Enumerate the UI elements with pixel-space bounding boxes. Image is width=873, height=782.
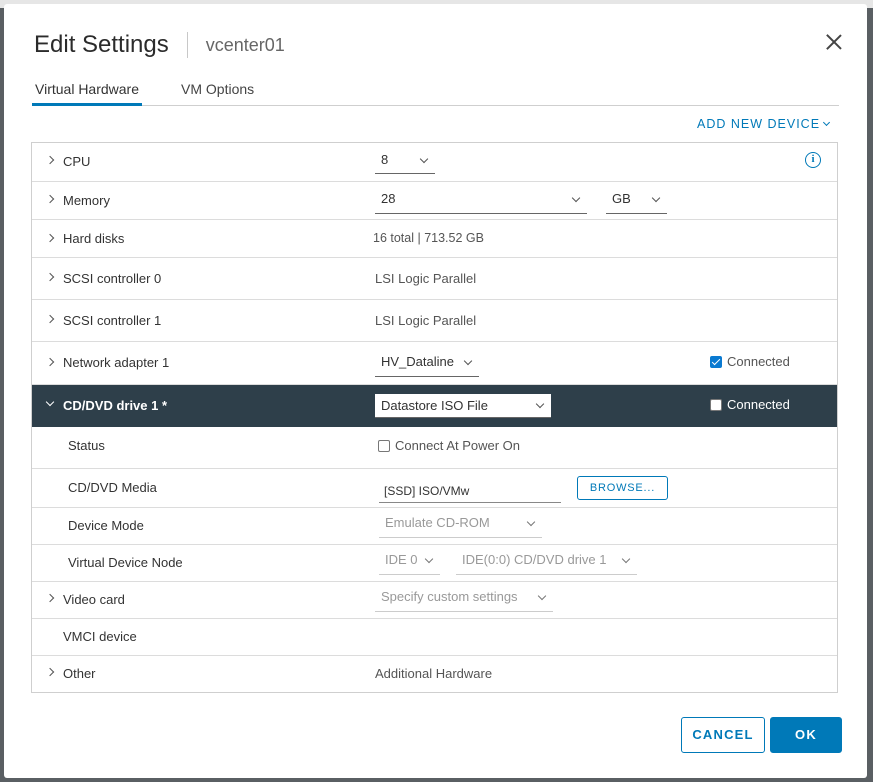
status-label: Status: [68, 438, 105, 453]
tab-virtual-hardware[interactable]: Virtual Hardware: [32, 81, 143, 106]
device-node-bus: IDE 0: [385, 552, 418, 567]
chevron-down-icon: [424, 554, 434, 564]
memory-label: Memory: [63, 193, 110, 208]
add-new-device-label: ADD NEW DEVICE: [697, 117, 821, 131]
row-other: Other Additional Hardware: [32, 656, 837, 692]
checkbox-unchecked-icon: [378, 439, 390, 452]
device-node-slot-select[interactable]: IDE(0:0) CD/DVD drive 1: [456, 552, 637, 575]
close-icon[interactable]: [824, 32, 844, 52]
scsi1-label: SCSI controller 1: [63, 313, 162, 328]
other-label: Other: [63, 666, 96, 681]
row-scsi-controller-0: SCSI controller 0 LSI Logic Parallel: [32, 258, 837, 300]
cancel-button[interactable]: CANCEL: [681, 717, 765, 753]
chevron-right-icon[interactable]: [45, 155, 55, 165]
cdvd-type-select[interactable]: Datastore ISO File: [375, 394, 551, 418]
network-connected-checkbox[interactable]: Connected: [710, 354, 790, 369]
row-hard-disks: Hard disks 16 total | 713.52 GB: [32, 220, 837, 258]
checkbox-unchecked-icon: [710, 398, 722, 411]
video-settings-select[interactable]: Specify custom settings: [375, 589, 553, 612]
row-virtual-device-node: Virtual Device Node IDE 0 IDE(0:0) CD/DV…: [32, 545, 837, 582]
tab-bar: Virtual Hardware VM Options: [32, 76, 839, 106]
vmci-label: VMCI device: [63, 629, 137, 644]
chevron-right-icon[interactable]: [45, 667, 55, 677]
network-select[interactable]: HV_Dataline: [375, 354, 479, 377]
chevron-right-icon[interactable]: [45, 194, 55, 204]
row-video-card: Video card Specify custom settings: [32, 582, 837, 619]
chevron-right-icon[interactable]: [45, 314, 55, 324]
scsi0-label: SCSI controller 0: [63, 271, 162, 286]
network-connected-label: Connected: [727, 354, 790, 369]
memory-value: 28: [381, 191, 396, 206]
cdvd-label: CD/DVD drive 1 *: [63, 398, 168, 413]
row-device-mode: Device Mode Emulate CD-ROM: [32, 508, 837, 545]
memory-select[interactable]: 28: [375, 191, 587, 214]
device-node-slot: IDE(0:0) CD/DVD drive 1: [462, 552, 607, 567]
row-cpu: CPU 8 i: [32, 143, 837, 182]
video-label: Video card: [63, 592, 125, 607]
chevron-down-icon: [419, 154, 429, 164]
video-settings-value: Specify custom settings: [381, 589, 518, 604]
chevron-down-icon: [651, 193, 661, 203]
chevron-down-icon: [537, 591, 547, 601]
chevron-right-icon[interactable]: [45, 593, 55, 603]
cdvd-connected-label: Connected: [727, 397, 790, 412]
memory-unit: GB: [612, 191, 631, 206]
network-value: HV_Dataline: [381, 354, 454, 369]
row-scsi-controller-1: SCSI controller 1 LSI Logic Parallel: [32, 300, 837, 342]
dialog-title: Edit Settings: [34, 31, 169, 58]
title-divider: [186, 32, 188, 58]
chevron-down-icon: [621, 554, 631, 564]
edit-settings-dialog: Edit Settings vcenter01 Virtual Hardware…: [4, 4, 867, 778]
device-node-label: Virtual Device Node: [68, 555, 183, 570]
checkbox-checked-icon: [710, 355, 722, 368]
dialog-header: Edit Settings vcenter01: [34, 28, 285, 62]
cdvd-connected-checkbox[interactable]: Connected: [710, 397, 790, 412]
cpu-select[interactable]: 8: [375, 152, 435, 174]
chevron-down-icon: [535, 399, 545, 409]
hardware-grid: CPU 8 i Memory 28 GB Hard disks 16 total…: [31, 142, 838, 693]
chevron-down-icon: [571, 193, 581, 203]
scsi1-value: LSI Logic Parallel: [375, 313, 477, 328]
add-new-device-button[interactable]: ADD NEW DEVICE: [697, 117, 831, 131]
cpu-value: 8: [381, 152, 389, 167]
row-cdvd-status: Status Connect At Power On: [32, 427, 837, 469]
dialog-subtitle: vcenter01: [205, 34, 285, 55]
ok-button[interactable]: OK: [770, 717, 842, 753]
memory-unit-select[interactable]: GB: [606, 191, 667, 214]
chevron-right-icon[interactable]: [45, 357, 55, 367]
browse-button[interactable]: BROWSE...: [577, 476, 668, 500]
network-label: Network adapter 1: [63, 355, 170, 370]
other-value: Additional Hardware: [375, 666, 493, 681]
connect-at-power-on-label: Connect At Power On: [395, 438, 521, 453]
cdvd-type-value: Datastore ISO File: [381, 398, 488, 413]
row-cd-dvd-drive[interactable]: CD/DVD drive 1 * Datastore ISO File Conn…: [32, 385, 837, 427]
row-cdvd-media: CD/DVD Media [SSD] ISO/VMw BROWSE...: [32, 469, 837, 508]
hard-disks-label: Hard disks: [63, 231, 125, 246]
cpu-label: CPU: [63, 154, 91, 169]
chevron-down-icon[interactable]: [45, 397, 55, 407]
media-path-input[interactable]: [SSD] ISO/VMw: [379, 480, 561, 503]
scsi0-value: LSI Logic Parallel: [375, 271, 477, 286]
connect-at-power-on-checkbox[interactable]: Connect At Power On: [378, 438, 520, 453]
device-mode-value: Emulate CD-ROM: [385, 515, 490, 530]
hard-disks-value: 16 total | 713.52 GB: [373, 231, 484, 245]
tab-vm-options[interactable]: VM Options: [178, 81, 257, 106]
device-mode-select[interactable]: Emulate CD-ROM: [379, 515, 542, 538]
chevron-right-icon[interactable]: [45, 272, 55, 282]
info-icon[interactable]: i: [805, 152, 821, 168]
chevron-down-icon: [463, 356, 473, 366]
row-network-adapter: Network adapter 1 HV_Dataline Connected: [32, 342, 837, 385]
device-node-bus-select[interactable]: IDE 0: [379, 552, 440, 575]
chevron-down-icon: [526, 517, 536, 527]
row-memory: Memory 28 GB: [32, 182, 837, 220]
chevron-down-icon: [823, 118, 831, 127]
row-vmci-device: VMCI device: [32, 619, 837, 656]
device-mode-label: Device Mode: [68, 518, 144, 533]
chevron-right-icon[interactable]: [45, 233, 55, 243]
media-label: CD/DVD Media: [68, 480, 157, 495]
